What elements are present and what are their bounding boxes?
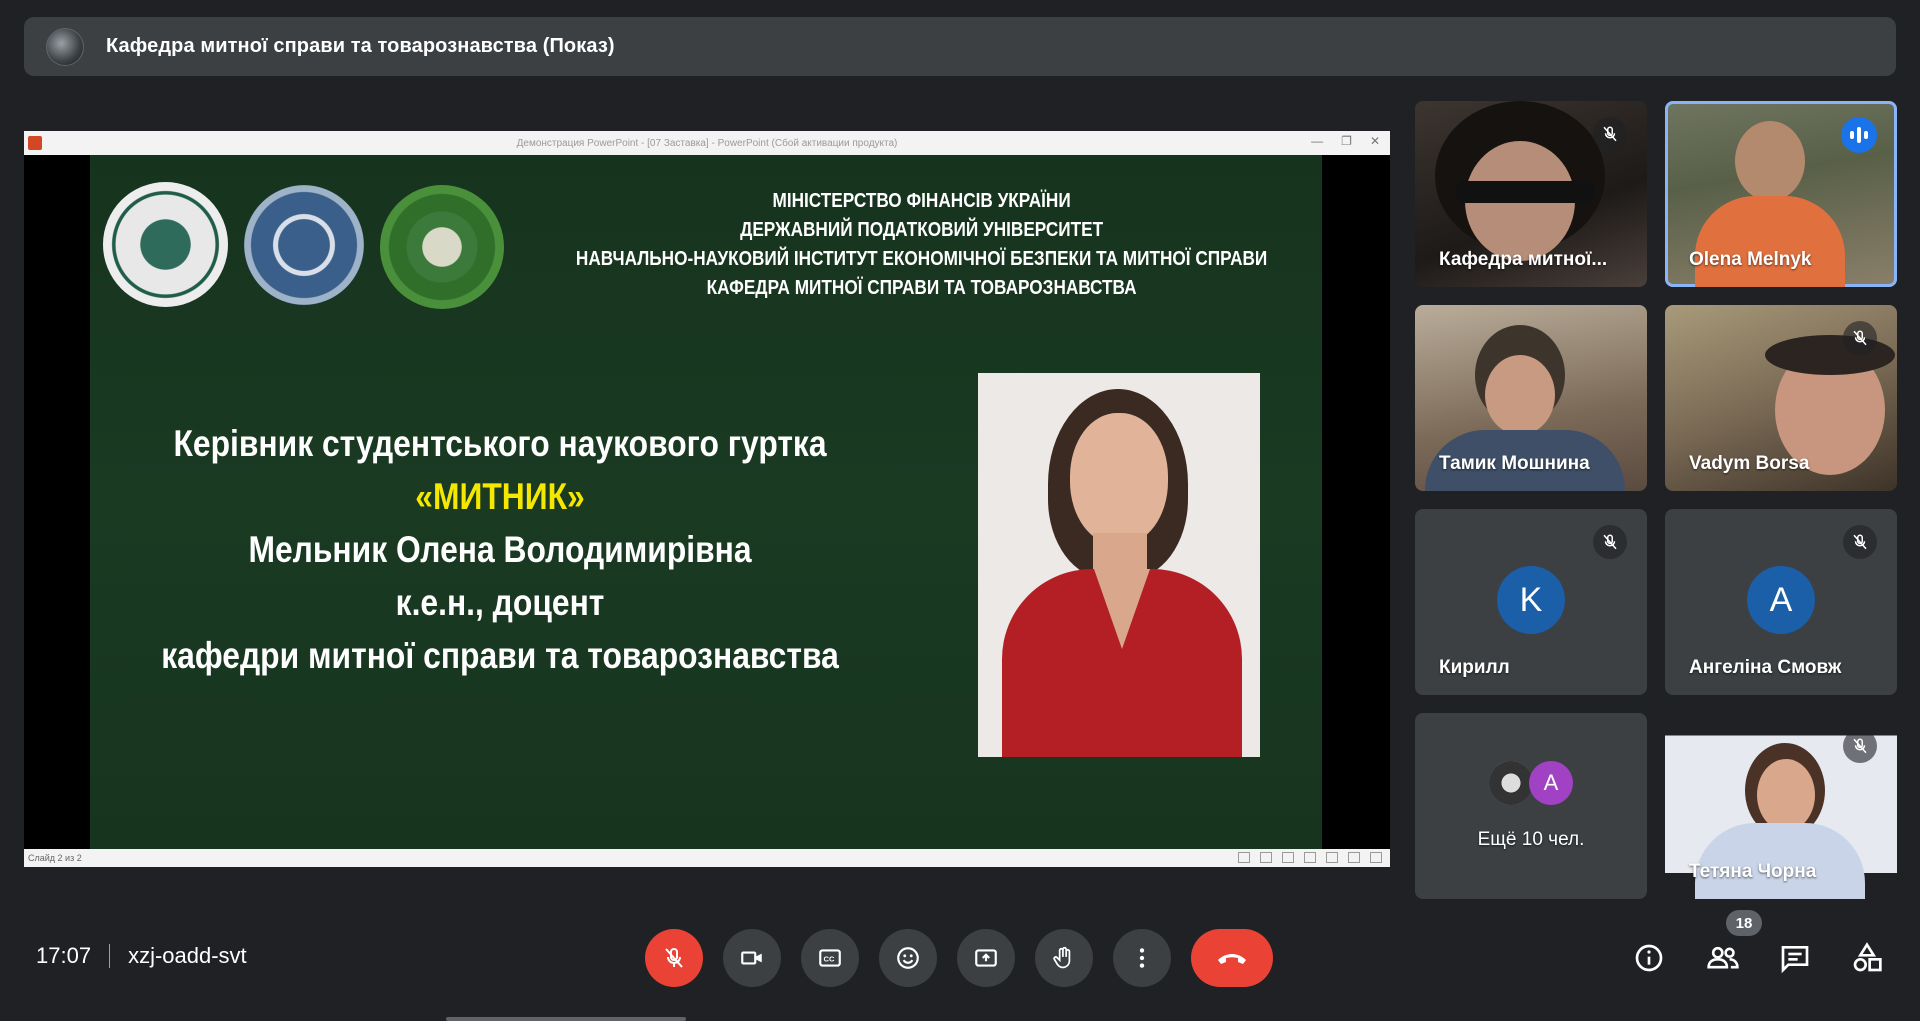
meeting-details: 17:07 xzj-oadd-svt <box>36 943 247 969</box>
participant-tile[interactable]: Тетяна Чорна <box>1665 713 1897 899</box>
participant-name: Кафедра митної... <box>1439 249 1608 270</box>
normal-view-icon[interactable] <box>1304 852 1316 863</box>
people-button[interactable] <box>1702 937 1744 979</box>
org-line: ДЕРЖАВНИЙ ПОДАТКОВИЙ УНІВЕРСИТЕТ <box>740 219 1104 241</box>
slide-organization-header: МІНІСТЕРСТВО ФІНАНСІВ УКРАЇНИ ДЕРЖАВНИЙ … <box>526 187 1317 303</box>
chat-icon <box>1781 946 1809 974</box>
department-seal-logo <box>380 185 504 309</box>
participant-name: Тетяна Чорна <box>1689 861 1817 882</box>
close-icon: ✕ <box>1369 134 1380 148</box>
powerpoint-statusbar: Слайд 2 из 2 <box>24 849 1390 867</box>
university-seal-logo <box>244 185 364 305</box>
mic-toggle-button[interactable] <box>645 929 703 987</box>
slideshow-view-icon[interactable] <box>1370 852 1382 863</box>
ministry-seal-logo <box>103 182 228 307</box>
participant-avatar: A <box>1747 566 1815 634</box>
activities-button[interactable] <box>1846 937 1888 979</box>
present-button[interactable] <box>957 929 1015 987</box>
slide-area: МІНІСТЕРСТВО ФІНАНСІВ УКРАЇНИ ДЕРЖАВНИЙ … <box>24 155 1390 849</box>
chat-button[interactable] <box>1774 937 1816 979</box>
powerpoint-window-title: Демонстрация PowerPoint - [07 Заставка] … <box>516 137 898 149</box>
present-icon <box>975 949 997 967</box>
powerpoint-icon <box>28 136 42 150</box>
participant-avatar: A <box>1529 761 1573 805</box>
restore-icon: ❐ <box>1341 134 1352 148</box>
mic-off-icon <box>1593 525 1627 559</box>
slide-club-name: «МИТНИК» <box>415 476 585 517</box>
org-line: НАВЧАЛЬНО-НАУКОВИЙ ІНСТИТУТ ЕКОНОМІЧНОЇ … <box>575 248 1268 270</box>
notes-icon[interactable] <box>1260 852 1272 863</box>
meeting-code: xzj-oadd-svt <box>128 943 247 968</box>
captions-icon: CC <box>819 949 841 967</box>
meeting-info-button[interactable] <box>1628 937 1670 979</box>
clock: 17:07 <box>36 943 92 968</box>
camera-toggle-button[interactable] <box>723 929 781 987</box>
mic-off-icon <box>1843 525 1877 559</box>
leave-call-button[interactable] <box>1191 929 1273 987</box>
participant-thumb-avatar <box>1489 761 1533 805</box>
participants-count-badge: 18 <box>1726 910 1762 936</box>
participant-tile[interactable]: Тамик Мошнина <box>1415 305 1647 491</box>
participant-tile-active-speaker[interactable]: Olena Melnyk <box>1665 101 1897 287</box>
mic-off-icon <box>1843 729 1877 763</box>
participant-name: Тамик Мошнина <box>1439 453 1590 474</box>
camera-icon <box>741 951 762 965</box>
participant-name: Ангеліна Смовж <box>1689 657 1842 678</box>
more-options-button[interactable] <box>1113 929 1171 987</box>
org-line: МІНІСТЕРСТВО ФІНАНСІВ УКРАЇНИ <box>772 190 1071 212</box>
minimize-icon: — <box>1311 134 1324 148</box>
horizontal-scrollbar[interactable] <box>446 1017 686 1021</box>
captions-button[interactable]: CC <box>801 929 859 987</box>
emoji-icon <box>897 947 919 969</box>
presenter-avatar <box>46 27 84 66</box>
presenter-title: Кафедра митної справи та товарознавства … <box>106 35 615 57</box>
separator <box>109 944 111 968</box>
mic-off-icon <box>1593 117 1627 151</box>
reading-view-icon[interactable] <box>1348 852 1360 863</box>
window-controls: — ❐ ✕ <box>1311 134 1380 148</box>
view-buttons <box>1238 852 1382 863</box>
slide-counter: Слайд 2 из 2 <box>28 853 82 863</box>
mic-off-icon <box>1843 321 1877 355</box>
raise-hand-button[interactable] <box>1035 929 1093 987</box>
slide-body-text: Керівник студентського наукового гуртка … <box>150 417 850 682</box>
presenter-bar: Кафедра митної справи та товарознавства … <box>24 17 1896 76</box>
sorter-view-icon[interactable] <box>1326 852 1338 863</box>
svg-text:CC: CC <box>824 954 835 963</box>
participant-tile[interactable]: A Ангеліна Смовж <box>1665 509 1897 695</box>
end-call-icon <box>1218 954 1246 964</box>
info-icon <box>1635 944 1663 972</box>
portrait-photo <box>978 373 1260 757</box>
slide-line: Мельник Олена Володимирівна <box>248 529 752 570</box>
slide-line: к.е.н., доцент <box>395 582 605 623</box>
participant-name: Кирилл <box>1439 657 1510 678</box>
participant-tile[interactable]: K Кирилл <box>1415 509 1647 695</box>
powerpoint-titlebar: Демонстрация PowerPoint - [07 Заставка] … <box>24 131 1390 155</box>
participant-tile[interactable]: Кафедра митної... <box>1415 101 1647 287</box>
more-vert-icon <box>1139 948 1145 968</box>
org-line: КАФЕДРА МИТНОЇ СПРАВИ ТА ТОВАРОЗНАВСТВА <box>706 277 1137 299</box>
hand-icon <box>1053 946 1071 969</box>
shared-screen[interactable]: Демонстрация PowerPoint - [07 Заставка] … <box>24 131 1390 867</box>
more-participants-label: Ещё 10 чел. <box>1477 829 1585 850</box>
next-slide-icon[interactable] <box>1282 852 1294 863</box>
reactions-button[interactable] <box>879 929 937 987</box>
participant-avatar: K <box>1497 566 1565 634</box>
mic-off-icon <box>665 947 683 968</box>
more-participants-tile[interactable]: A Ещё 10 чел. <box>1415 713 1647 899</box>
participant-name: Vadym Borsa <box>1689 453 1810 474</box>
slide-line: Керівник студентського наукового гуртка <box>173 423 827 464</box>
prev-slide-icon[interactable] <box>1238 852 1250 863</box>
people-icon <box>1707 946 1739 969</box>
participant-name: Olena Melnyk <box>1689 249 1812 270</box>
speaking-indicator-icon <box>1841 117 1877 153</box>
slide-line: кафедри митної справи та товарознавства <box>161 635 839 676</box>
slide: МІНІСТЕРСТВО ФІНАНСІВ УКРАЇНИ ДЕРЖАВНИЙ … <box>90 155 1322 849</box>
participant-tile[interactable]: Vadym Borsa <box>1665 305 1897 491</box>
activities-icon <box>1853 942 1882 972</box>
